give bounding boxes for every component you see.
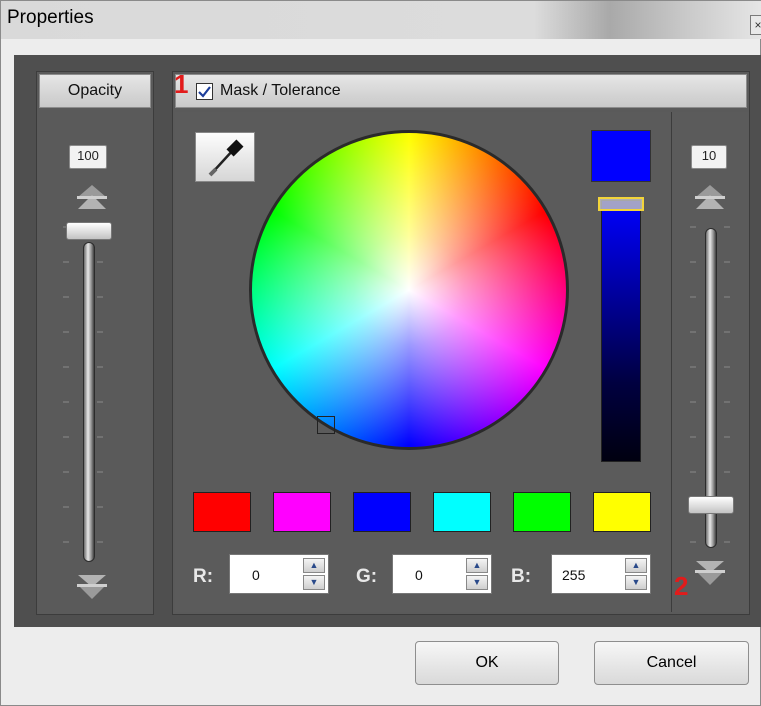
brightness-thumb[interactable] (598, 197, 644, 211)
opacity-value[interactable]: 100 (69, 145, 107, 169)
ok-button[interactable]: OK (415, 641, 559, 685)
selected-color-preview (591, 130, 651, 182)
mask-label[interactable]: Mask / Tolerance (220, 82, 341, 100)
close-button[interactable]: × (750, 15, 761, 35)
arrow-up-icon[interactable] (695, 184, 725, 212)
color-wheel[interactable] (249, 130, 569, 450)
brightness-bar[interactable] (601, 200, 641, 462)
title-bar[interactable]: Properties × (1, 1, 761, 39)
color-swatch[interactable] (273, 492, 331, 532)
r-label: R: (193, 566, 214, 587)
spin-up-icon[interactable]: ▲ (466, 558, 488, 573)
opacity-slider-thumb[interactable] (66, 222, 112, 240)
properties-dialog: Properties × Opacity 100 Mask / Toleranc… (0, 0, 761, 706)
mask-header: Mask / Tolerance (175, 74, 747, 108)
g-input[interactable]: 0 ▲ ▼ (392, 554, 492, 594)
opacity-slider-track[interactable] (83, 242, 95, 562)
color-swatch[interactable] (513, 492, 571, 532)
spin-up-icon[interactable]: ▲ (303, 558, 325, 573)
b-value: 255 (562, 567, 586, 583)
eyedropper-button[interactable] (195, 132, 255, 182)
spin-down-icon[interactable]: ▼ (625, 575, 647, 590)
b-input[interactable]: 255 ▲ ▼ (551, 554, 651, 594)
opacity-panel: Opacity 100 (36, 71, 154, 615)
color-swatch[interactable] (433, 492, 491, 532)
arrow-down-icon[interactable] (695, 558, 725, 586)
spin-up-icon[interactable]: ▲ (625, 558, 647, 573)
color-swatch[interactable] (193, 492, 251, 532)
dialog-client-area: Opacity 100 Mask / Tolerance R: 0 ▲ ▼ G:… (14, 55, 761, 627)
color-swatch[interactable] (593, 492, 651, 532)
eyedropper-icon (208, 139, 244, 177)
mask-tolerance-panel: Mask / Tolerance R: 0 ▲ ▼ G: 0 ▲ ▼ B: 25… (172, 71, 750, 615)
b-label: B: (511, 566, 532, 587)
r-value: 0 (252, 567, 260, 583)
cancel-button[interactable]: Cancel (594, 641, 749, 685)
opacity-header: Opacity (39, 74, 151, 108)
color-wheel-cursor[interactable] (317, 416, 335, 434)
annotation-two: 2 (674, 571, 689, 601)
arrow-down-icon[interactable] (77, 572, 107, 600)
g-value: 0 (415, 567, 423, 583)
checkbox-icon[interactable] (196, 83, 213, 100)
annotation-one: 1 (174, 69, 189, 99)
r-input[interactable]: 0 ▲ ▼ (229, 554, 329, 594)
tolerance-value[interactable]: 10 (691, 145, 727, 169)
window-title: Properties (7, 7, 94, 28)
color-swatch[interactable] (353, 492, 411, 532)
spin-down-icon[interactable]: ▼ (303, 575, 325, 590)
tolerance-slider-thumb[interactable] (688, 496, 734, 514)
arrow-up-icon[interactable] (77, 184, 107, 212)
spin-down-icon[interactable]: ▼ (466, 575, 488, 590)
g-label: G: (356, 566, 378, 587)
